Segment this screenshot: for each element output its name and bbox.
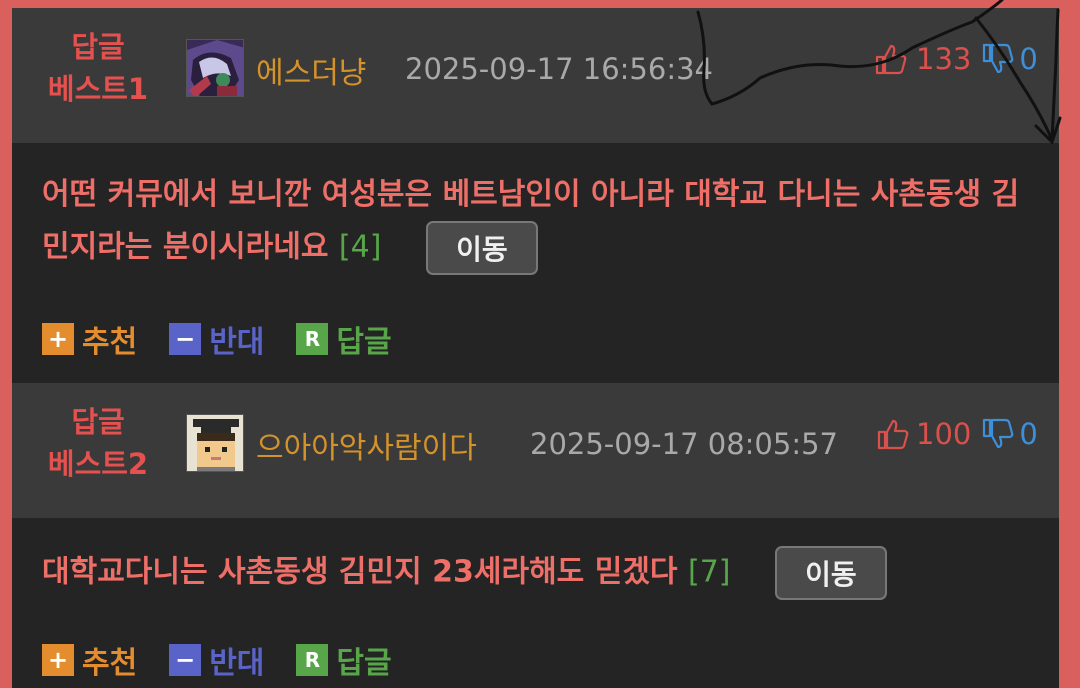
comment-text-block: 대학교다니는 사촌동생 김민지 23세라해도 믿겠다 [7] 이동	[42, 546, 1042, 600]
vote-counts: 100 0	[876, 417, 1038, 451]
reply-label: 답글	[336, 325, 392, 360]
best-badge-line1: 답글	[71, 30, 125, 64]
oppose-button[interactable]: − 반대	[169, 638, 264, 682]
reply-label: 답글	[336, 646, 392, 681]
thumbs-down-icon[interactable]	[981, 43, 1015, 75]
comment-list: 답글 베스트1 에스더냥 2025-09-17 16:56:34 133 0 어…	[12, 8, 1059, 688]
comment-actions: + 추천 − 반대 R 답글	[42, 317, 424, 361]
oppose-label: 반대	[209, 325, 265, 360]
oppose-button[interactable]: − 반대	[169, 317, 264, 361]
avatar[interactable]	[186, 39, 244, 97]
nickname[interactable]: 에스더냥	[256, 48, 366, 92]
comment-text-block: 어떤 커뮤에서 보니깐 여성분은 베트남인이 아니라 대학교 다니는 사촌동생 …	[42, 169, 1042, 275]
best-badge: 답글 베스트1	[38, 26, 158, 110]
best-badge: 답글 베스트2	[38, 401, 158, 485]
plus-icon: +	[42, 644, 74, 676]
timestamp: 2025-09-17 16:56:34	[405, 52, 713, 86]
move-button[interactable]: 이동	[774, 546, 887, 600]
recommend-button[interactable]: + 추천	[42, 638, 137, 682]
plus-icon: +	[42, 323, 74, 355]
oppose-label: 반대	[209, 646, 265, 681]
minus-icon: −	[169, 644, 202, 676]
pixel-graduate-avatar-icon	[187, 415, 243, 471]
recommend-label: 추천	[82, 646, 138, 681]
up-count: 100	[916, 417, 972, 451]
best-badge-line1: 답글	[71, 405, 125, 439]
nickname[interactable]: 으아아악사람이다	[256, 423, 477, 467]
comment-actions: + 추천 − 반대 R 답글	[42, 638, 424, 682]
timestamp: 2025-09-17 08:05:57	[530, 427, 838, 461]
move-button[interactable]: 이동	[425, 221, 538, 275]
reply-r-icon: R	[296, 323, 329, 355]
best-badge-line2: 베스트2	[47, 447, 149, 481]
reply-count[interactable]: [7]	[688, 555, 731, 590]
best-badge-line2: 베스트1	[47, 72, 149, 106]
avatar[interactable]	[186, 414, 244, 472]
vote-counts: 133 0	[874, 42, 1038, 76]
recommend-button[interactable]: + 추천	[42, 317, 137, 361]
minus-icon: −	[169, 323, 202, 355]
comment-header: 답글 베스트2 으아아악사람이다 2025-09-17 08:05:57 100	[12, 383, 1059, 518]
thumbs-up-icon[interactable]	[874, 43, 908, 75]
reply-button[interactable]: R 답글	[296, 317, 392, 361]
anime-character-avatar-icon	[187, 40, 243, 96]
down-count: 0	[1019, 42, 1038, 76]
comment-body: 어떤 커뮤에서 보니깐 여성분은 베트남인이 아니라 대학교 다니는 사촌동생 …	[12, 143, 1059, 383]
recommend-label: 추천	[82, 325, 138, 360]
reply-button[interactable]: R 답글	[296, 638, 392, 682]
comment-header: 답글 베스트1 에스더냥 2025-09-17 16:56:34 133 0	[12, 8, 1059, 143]
thumbs-up-icon[interactable]	[876, 418, 910, 450]
up-count: 133	[916, 42, 972, 76]
comment-body: 대학교다니는 사촌동생 김민지 23세라해도 믿겠다 [7] 이동 + 추천 −…	[12, 518, 1059, 688]
reply-r-icon: R	[296, 644, 329, 676]
thumbs-down-icon[interactable]	[981, 418, 1015, 450]
reply-count[interactable]: [4]	[339, 230, 382, 265]
comment-text: 대학교다니는 사촌동생 김민지 23세라해도 믿겠다	[42, 554, 678, 590]
down-count: 0	[1019, 417, 1038, 451]
